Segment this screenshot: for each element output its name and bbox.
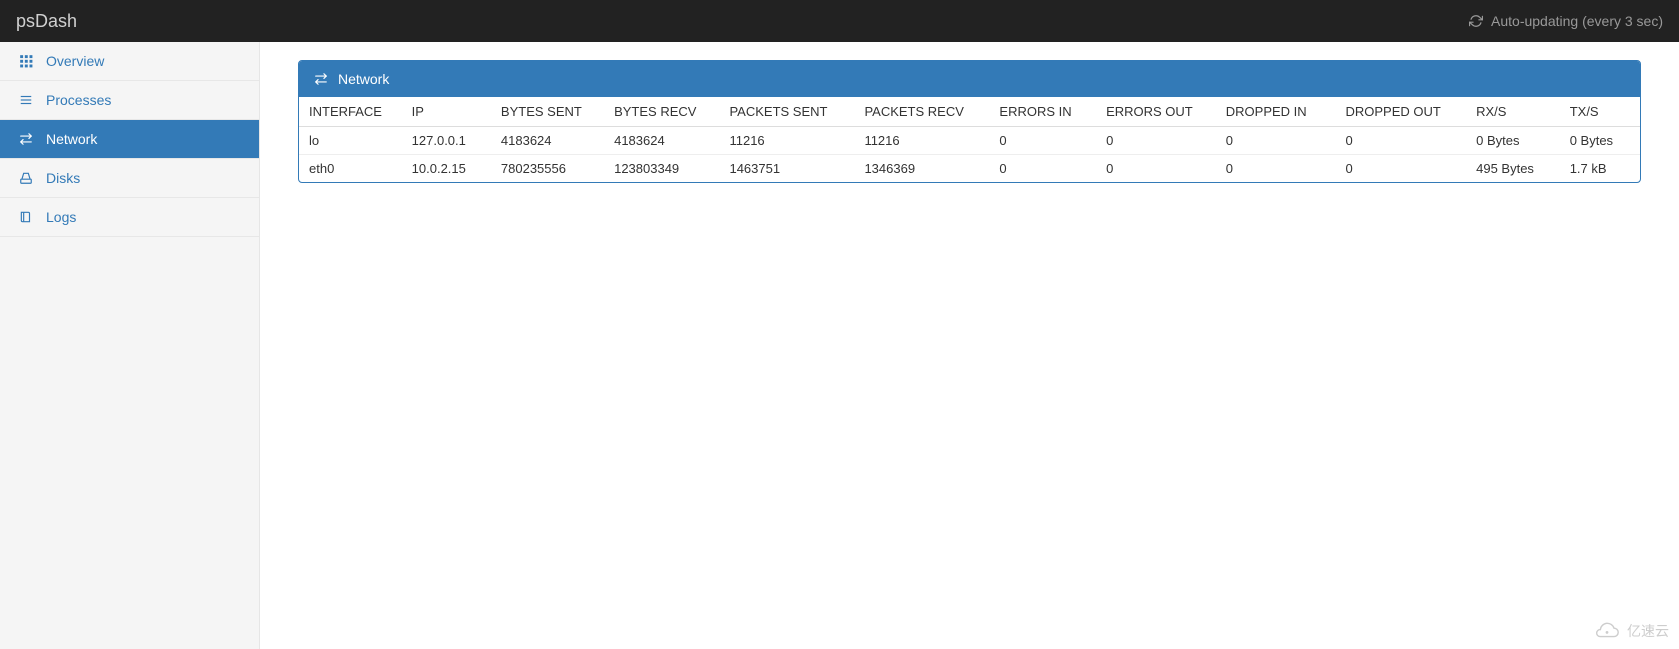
th-packets-recv: PACKETS RECV bbox=[858, 97, 993, 127]
sidebar-item-label: Network bbox=[46, 131, 97, 147]
grid-icon bbox=[18, 54, 34, 68]
panel-heading: Network bbox=[299, 61, 1640, 97]
network-panel: Network INTERFACE IP BYTES SENT BYTES RE… bbox=[298, 60, 1641, 183]
cell-dropped-out: 0 bbox=[1340, 155, 1471, 183]
cell-tx-s: 0 Bytes bbox=[1564, 127, 1640, 155]
th-tx-s: TX/S bbox=[1564, 97, 1640, 127]
th-errors-in: ERRORS IN bbox=[993, 97, 1100, 127]
sidebar-item-logs[interactable]: Logs bbox=[0, 198, 259, 237]
th-dropped-in: DROPPED IN bbox=[1220, 97, 1340, 127]
sidebar-item-processes[interactable]: Processes bbox=[0, 81, 259, 120]
table-row: eth0 10.0.2.15 780235556 123803349 14637… bbox=[299, 155, 1640, 183]
cell-interface: lo bbox=[299, 127, 406, 155]
sidebar-item-network[interactable]: Network bbox=[0, 120, 259, 159]
cell-dropped-in: 0 bbox=[1220, 127, 1340, 155]
book-icon bbox=[18, 210, 34, 224]
cell-errors-out: 0 bbox=[1100, 155, 1220, 183]
th-dropped-out: DROPPED OUT bbox=[1340, 97, 1471, 127]
sidebar-item-label: Processes bbox=[46, 92, 111, 108]
auto-update-indicator[interactable]: Auto-updating (every 3 sec) bbox=[1469, 13, 1663, 29]
disk-icon bbox=[18, 171, 34, 185]
transfer-icon bbox=[314, 72, 328, 86]
cell-packets-sent: 11216 bbox=[723, 127, 858, 155]
cell-dropped-in: 0 bbox=[1220, 155, 1340, 183]
sidebar-item-label: Disks bbox=[46, 170, 80, 186]
th-packets-sent: PACKETS SENT bbox=[723, 97, 858, 127]
cell-dropped-out: 0 bbox=[1340, 127, 1471, 155]
panel-title: Network bbox=[338, 71, 389, 87]
cell-bytes-recv: 4183624 bbox=[608, 127, 723, 155]
brand[interactable]: psDash bbox=[16, 11, 77, 32]
sidebar: Overview Processes Network Disks Logs bbox=[0, 42, 260, 649]
th-ip: IP bbox=[406, 97, 495, 127]
table-row: lo 127.0.0.1 4183624 4183624 11216 11216… bbox=[299, 127, 1640, 155]
refresh-icon bbox=[1469, 14, 1483, 28]
th-bytes-sent: BYTES SENT bbox=[495, 97, 608, 127]
cell-errors-out: 0 bbox=[1100, 127, 1220, 155]
auto-update-label: Auto-updating (every 3 sec) bbox=[1491, 13, 1663, 29]
th-interface: INTERFACE bbox=[299, 97, 406, 127]
list-icon bbox=[18, 93, 34, 107]
transfer-icon bbox=[18, 132, 34, 146]
sidebar-item-overview[interactable]: Overview bbox=[0, 42, 259, 81]
main: Network INTERFACE IP BYTES SENT BYTES RE… bbox=[260, 42, 1679, 649]
cell-bytes-sent: 780235556 bbox=[495, 155, 608, 183]
cell-packets-sent: 1463751 bbox=[723, 155, 858, 183]
content: Overview Processes Network Disks Logs bbox=[0, 42, 1679, 649]
cell-packets-recv: 1346369 bbox=[858, 155, 993, 183]
th-errors-out: ERRORS OUT bbox=[1100, 97, 1220, 127]
table-header-row: INTERFACE IP BYTES SENT BYTES RECV PACKE… bbox=[299, 97, 1640, 127]
sidebar-item-disks[interactable]: Disks bbox=[0, 159, 259, 198]
navbar: psDash Auto-updating (every 3 sec) bbox=[0, 0, 1679, 42]
cell-interface: eth0 bbox=[299, 155, 406, 183]
cell-bytes-recv: 123803349 bbox=[608, 155, 723, 183]
cell-ip: 127.0.0.1 bbox=[406, 127, 495, 155]
cell-bytes-sent: 4183624 bbox=[495, 127, 608, 155]
cell-packets-recv: 11216 bbox=[858, 127, 993, 155]
cell-rx-s: 495 Bytes bbox=[1470, 155, 1564, 183]
cell-ip: 10.0.2.15 bbox=[406, 155, 495, 183]
sidebar-item-label: Overview bbox=[46, 53, 104, 69]
sidebar-item-label: Logs bbox=[46, 209, 76, 225]
cell-errors-in: 0 bbox=[993, 127, 1100, 155]
th-rx-s: RX/S bbox=[1470, 97, 1564, 127]
cell-tx-s: 1.7 kB bbox=[1564, 155, 1640, 183]
th-bytes-recv: BYTES RECV bbox=[608, 97, 723, 127]
cell-rx-s: 0 Bytes bbox=[1470, 127, 1564, 155]
cell-errors-in: 0 bbox=[993, 155, 1100, 183]
network-table: INTERFACE IP BYTES SENT BYTES RECV PACKE… bbox=[299, 97, 1640, 182]
